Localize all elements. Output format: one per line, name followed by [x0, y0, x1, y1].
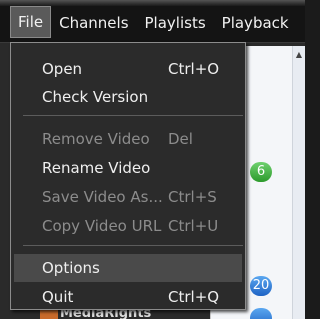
menu-item-copy-video-url[interactable]: Copy Video URL Ctrl+U: [14, 212, 242, 240]
menu-item-label: Rename Video: [42, 159, 151, 177]
menu-item-shortcut: Ctrl+S: [168, 188, 217, 206]
menu-item-remove-video[interactable]: Remove Video Del: [14, 125, 242, 153]
unread-count-badge-partial: [250, 308, 272, 319]
menu-bar: File Channels Playlists Playback: [0, 0, 305, 43]
menu-file-label: File: [18, 13, 44, 31]
menu-item-label: Options: [42, 259, 100, 277]
menu-item-shortcut: Ctrl+U: [168, 217, 219, 235]
file-menu-dropdown: Open Ctrl+O Check Version Remove Video D…: [10, 42, 246, 310]
menu-item-label: Remove Video: [42, 130, 150, 148]
vertical-scrollbar[interactable]: [292, 46, 305, 319]
unread-count-badge: 6: [250, 162, 272, 182]
menu-item-options[interactable]: Options: [14, 254, 242, 282]
menu-item-save-video-as[interactable]: Save Video As... Ctrl+S: [14, 183, 242, 211]
menu-item-label: Copy Video URL: [42, 217, 162, 235]
menu-item-label: Check Version: [42, 88, 149, 106]
menu-playlists[interactable]: Playlists: [137, 8, 214, 38]
menu-playback-label: Playback: [221, 14, 289, 32]
menu-item-label: Save Video As...: [42, 188, 163, 206]
menu-item-open[interactable]: Open Ctrl+O: [14, 55, 242, 83]
screen: ▲ 6 20 MediaRights File Channels Playlis…: [0, 0, 305, 319]
menu-channels-label: Channels: [59, 14, 129, 32]
menu-item-label: Open: [42, 60, 83, 78]
menu-item-shortcut: Ctrl+Q: [168, 288, 220, 306]
menu-item-shortcut: Ctrl+O: [168, 60, 220, 78]
badge-value: 20: [252, 278, 270, 293]
menu-file[interactable]: File: [10, 6, 52, 38]
menu-item-rename-video[interactable]: Rename Video: [14, 154, 242, 182]
menu-item-quit[interactable]: Quit Ctrl+Q: [14, 283, 242, 311]
menu-playback[interactable]: Playback: [214, 8, 297, 38]
scroll-up-arrow-icon[interactable]: ▲: [295, 50, 303, 60]
menu-item-check-version[interactable]: Check Version: [14, 83, 242, 111]
menu-item-label: Quit: [42, 288, 74, 306]
menu-separator: [23, 115, 243, 116]
menu-separator: [23, 245, 243, 246]
badge-value: 6: [256, 164, 266, 179]
title-bar-edge: [0, 0, 305, 6]
menu-channels[interactable]: Channels: [51, 8, 136, 38]
unread-count-badge: 20: [250, 276, 272, 296]
menu-playlists-label: Playlists: [144, 14, 206, 32]
menu-item-shortcut: Del: [168, 130, 193, 148]
